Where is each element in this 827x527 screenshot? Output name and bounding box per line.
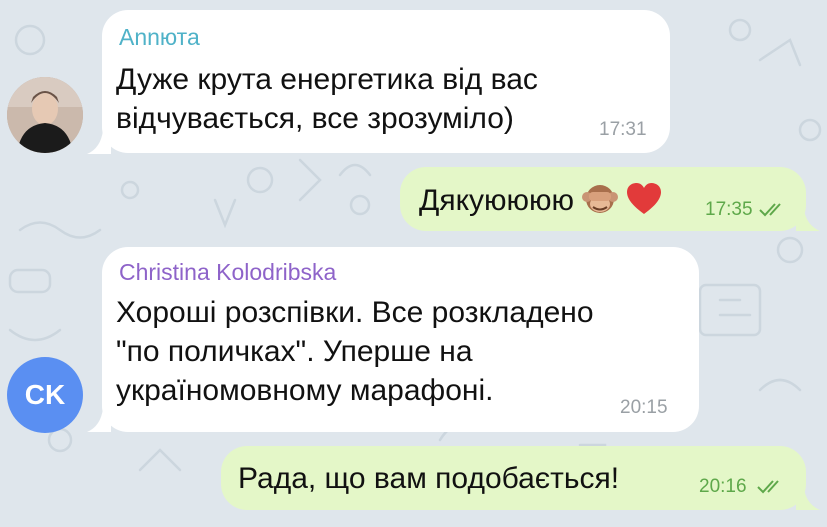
message-time: 20:15 xyxy=(620,397,668,418)
bubble-tail xyxy=(796,209,820,231)
avatar-annyuta[interactable] xyxy=(7,77,83,153)
incoming-message-bubble[interactable]: Christina Kolodribska Хороші розспівки. … xyxy=(102,247,699,432)
avatar-christina[interactable]: CK xyxy=(7,357,83,433)
avatar-initials: CK xyxy=(24,379,66,410)
bubble-tail xyxy=(796,488,820,510)
message-time: 20:16 xyxy=(699,476,747,497)
outgoing-message-bubble[interactable]: Дякуюююю 17:35 xyxy=(400,167,806,231)
sender-name: Аnnюта xyxy=(119,24,200,50)
red-heart-emoji xyxy=(626,182,662,226)
message-text: Дякуюююю xyxy=(419,180,662,226)
outgoing-message-bubble[interactable]: Рада, що вам подобається! 20:16 xyxy=(221,446,806,510)
profile-photo-icon xyxy=(7,77,83,153)
read-checkmarks-icon xyxy=(757,480,779,494)
message-text: Дуже крута енергетика від вас відчуваєть… xyxy=(116,63,538,135)
sender-name: Christina Kolodribska xyxy=(119,259,337,285)
message-text: Рада, що вам подобається! xyxy=(238,462,620,495)
message-text: Хороші розспівки. Все розкладено "по пол… xyxy=(116,296,594,407)
message-time: 17:35 xyxy=(705,199,753,220)
see-no-evil-monkey-emoji xyxy=(582,180,619,226)
incoming-message-bubble[interactable]: Аnnюта Дуже крута енергетика від вас від… xyxy=(102,10,670,153)
message-time: 17:31 xyxy=(599,119,647,140)
read-checkmarks-icon xyxy=(759,203,781,217)
message-text-content: Дякуюююю xyxy=(419,184,575,217)
